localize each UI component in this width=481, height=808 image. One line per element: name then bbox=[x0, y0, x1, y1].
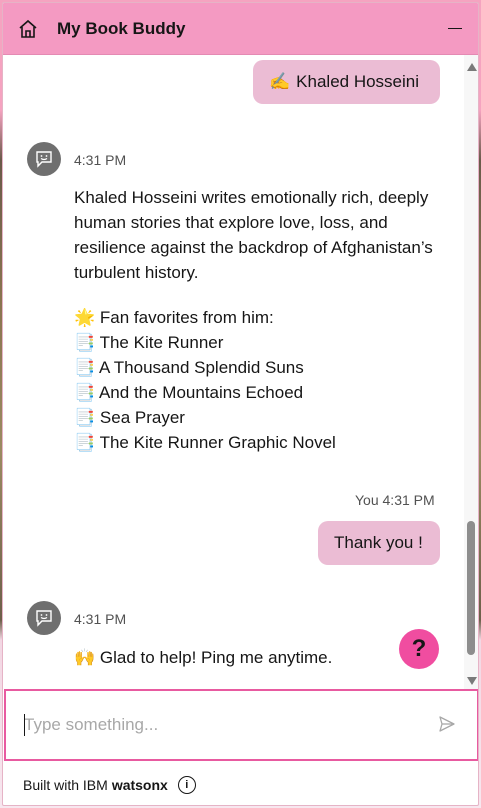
list-item-text: And the Mountains Echoed bbox=[98, 383, 304, 402]
scrollbar[interactable] bbox=[464, 55, 478, 689]
list-item: 📑 And the Mountains Echoed bbox=[74, 380, 454, 405]
user-message-bubble: Thank you ! bbox=[318, 521, 440, 565]
footer: Built with IBM watsonx i bbox=[3, 763, 478, 805]
list-item: 📑 A Thousand Splendid Suns bbox=[74, 355, 454, 380]
bot-message-paragraph: Khaled Hosseini writes emotionally rich,… bbox=[74, 188, 433, 282]
list-item: 📑 Sea Prayer bbox=[74, 405, 454, 430]
scroll-up-arrow-icon[interactable] bbox=[467, 63, 477, 71]
user-message-bubble: ✍️ Khaled Hosseini bbox=[253, 60, 440, 104]
writing-hand-emoji: ✍️ bbox=[269, 72, 291, 91]
list-item: 📑 The Kite Runner bbox=[74, 330, 454, 355]
list-heading-text: Fan favorites from him: bbox=[99, 308, 274, 327]
bot-avatar bbox=[27, 142, 61, 176]
raised-hands-emoji: 🙌 bbox=[74, 648, 96, 667]
chat-widget: My Book Buddy ✍️ Khaled Hosseini 4:31 PM… bbox=[2, 2, 479, 806]
footer-brand: watsonx bbox=[111, 777, 168, 793]
bookmark-emoji: 📑 bbox=[74, 408, 96, 427]
chat-title: My Book Buddy bbox=[57, 18, 186, 38]
bot-message-time: 4:31 PM bbox=[74, 152, 127, 168]
info-icon-label: i bbox=[185, 779, 189, 791]
bot-avatar bbox=[27, 601, 61, 635]
chat-header: My Book Buddy bbox=[3, 3, 478, 55]
bot-message-body: Khaled Hosseini writes emotionally rich,… bbox=[74, 185, 454, 455]
list-item-text: The Kite Runner bbox=[99, 333, 224, 352]
send-icon[interactable] bbox=[438, 715, 456, 733]
list-heading: 🌟 Fan favorites from him: bbox=[74, 305, 454, 330]
user-message-text: Thank you ! bbox=[334, 533, 423, 552]
message-input[interactable] bbox=[24, 711, 414, 739]
info-icon[interactable]: i bbox=[177, 776, 196, 794]
home-icon bbox=[19, 19, 37, 38]
bookmark-emoji: 📑 bbox=[74, 358, 96, 377]
scroll-down-arrow-icon[interactable] bbox=[467, 677, 477, 685]
user-message-meta: You 4:31 PM bbox=[355, 492, 435, 508]
footer-prefix: Built with IBM bbox=[23, 777, 108, 793]
help-button[interactable]: ? bbox=[399, 629, 439, 669]
bot-message-text: Glad to help! Ping me anytime. bbox=[99, 648, 333, 667]
list-item-text: A Thousand Splendid Suns bbox=[98, 358, 304, 377]
chat-bot-icon bbox=[36, 610, 52, 627]
message-input-container bbox=[4, 689, 478, 761]
list-item-text: The Kite Runner Graphic Novel bbox=[99, 433, 336, 452]
message-list[interactable]: ✍️ Khaled Hosseini 4:31 PM Khaled Hossei… bbox=[3, 55, 478, 689]
star-emoji: 🌟 bbox=[74, 308, 96, 327]
list-item: 📑 The Kite Runner Graphic Novel bbox=[74, 430, 454, 455]
minimize-button[interactable] bbox=[430, 3, 478, 55]
bookmark-emoji: 📑 bbox=[74, 383, 96, 402]
bot-message-time: 4:31 PM bbox=[74, 611, 127, 627]
minimize-icon bbox=[448, 27, 462, 30]
user-message-text: Khaled Hosseini bbox=[296, 72, 420, 91]
bookmark-emoji: 📑 bbox=[74, 333, 96, 352]
list-item-text: Sea Prayer bbox=[99, 408, 185, 427]
bookmark-emoji: 📑 bbox=[74, 433, 96, 452]
bot-message-body: 🙌 Glad to help! Ping me anytime. bbox=[74, 645, 454, 670]
chat-bot-icon bbox=[36, 151, 52, 168]
scrollbar-thumb[interactable] bbox=[467, 521, 475, 655]
home-button[interactable] bbox=[3, 3, 53, 55]
text-caret bbox=[24, 714, 25, 736]
